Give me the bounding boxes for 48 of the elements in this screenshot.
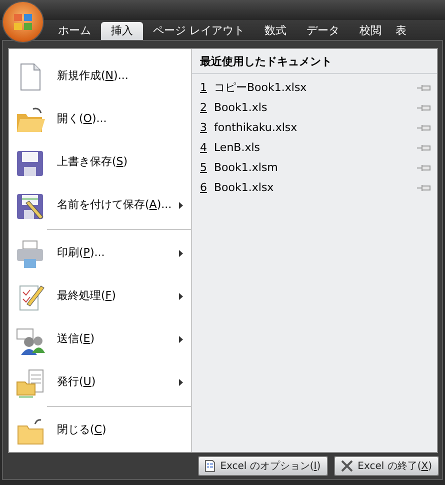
item-number: 5 — [200, 160, 208, 176]
open-folder-icon — [15, 104, 45, 134]
ribbon-tab[interactable]: 挿入 — [101, 22, 143, 40]
recent-document-link[interactable]: LenB.xls — [214, 140, 417, 156]
office-logo-icon — [13, 13, 33, 31]
recent-document-link[interactable]: fonthikaku.xlsx — [214, 120, 417, 136]
exit-button[interactable]: Excel の終了(X) — [334, 456, 439, 476]
menu-item[interactable]: 印刷(P)... — [9, 232, 191, 275]
ribbon-tab[interactable]: 数式 — [254, 22, 296, 40]
item-number: 2 — [200, 100, 208, 116]
menu-item[interactable]: 開く(O)... — [9, 98, 191, 141]
menu-item[interactable]: 上書き保存(S) — [9, 141, 191, 184]
ribbon-tab[interactable]: ページ レイアウト — [143, 22, 254, 40]
menu-item[interactable]: 名前を付けて保存(A)... — [9, 184, 191, 227]
recent-documents-heading: 最近使用したドキュメント — [192, 49, 437, 74]
recent-document-link[interactable]: Book1.xlsx — [214, 180, 417, 196]
submenu-arrow-icon — [179, 379, 183, 386]
item-number: 1 — [200, 80, 208, 96]
options-button[interactable]: Excel のオプション(I) — [198, 456, 328, 476]
close-icon — [340, 460, 353, 472]
recent-document-link[interactable]: Book1.xls — [214, 100, 417, 116]
submenu-arrow-icon — [179, 336, 183, 343]
submenu-arrow-icon — [179, 293, 183, 300]
folder-document-icon — [15, 368, 45, 398]
pin-icon[interactable] — [417, 144, 431, 152]
pin-icon[interactable] — [417, 184, 431, 192]
ribbon-tab[interactable]: 表 — [392, 22, 410, 40]
pin-icon[interactable] — [417, 164, 431, 172]
pin-icon[interactable] — [417, 104, 431, 112]
item-number: 6 — [200, 180, 208, 196]
menu-item[interactable]: 新規作成(N)... — [9, 55, 191, 98]
ribbon-tab[interactable]: データ — [296, 22, 350, 40]
pin-icon[interactable] — [417, 84, 431, 92]
item-number: 4 — [200, 140, 208, 156]
item-number: 3 — [200, 120, 208, 136]
pin-icon[interactable] — [417, 124, 431, 132]
menu-item[interactable]: 最終処理(F) — [9, 275, 191, 318]
menu-item[interactable]: 発行(U) — [9, 361, 191, 404]
ribbon-tab[interactable]: ホーム — [48, 22, 101, 40]
submenu-arrow-icon — [179, 250, 183, 257]
settings-document-icon — [205, 460, 216, 472]
printer-icon — [15, 238, 45, 268]
recent-document-link[interactable]: コピーBook1.xlsx — [214, 80, 417, 96]
recent-document-link[interactable]: Book1.xlsm — [214, 160, 417, 176]
submenu-arrow-icon — [179, 202, 183, 209]
menu-item[interactable]: 閉じる(C) — [9, 409, 191, 452]
ribbon-tab[interactable]: 校閲 — [350, 22, 392, 40]
menu-item[interactable]: 送信(E) — [9, 318, 191, 361]
